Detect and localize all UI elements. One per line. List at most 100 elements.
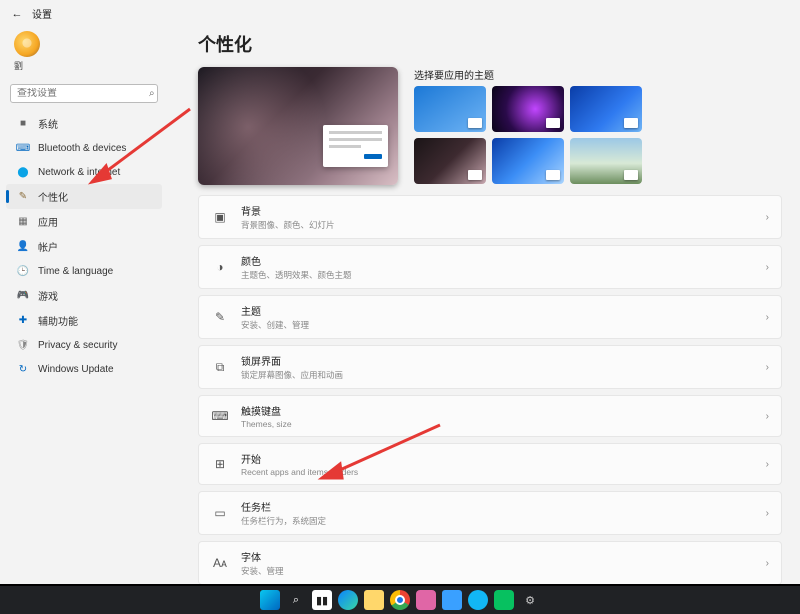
- theme-option-6[interactable]: [570, 138, 642, 184]
- card-subtitle: 安装、管理: [241, 565, 754, 577]
- nav-icon: 🛡: [16, 338, 30, 352]
- settings-card-6[interactable]: ▭ 任务栏任务栏行为，系统固定 ›: [198, 491, 782, 535]
- nav-icon: ⬤: [16, 165, 30, 179]
- search-field[interactable]: [17, 88, 149, 99]
- sidebar-item-10[interactable]: ↻Windows Update: [6, 357, 162, 381]
- sidebar-item-6[interactable]: 🕒 Time & language: [6, 259, 162, 283]
- card-icon: ⧉: [211, 358, 229, 376]
- app-icon-1[interactable]: [416, 590, 436, 610]
- user-block[interactable]: 劉: [6, 27, 162, 80]
- app-icon-2[interactable]: [442, 590, 462, 610]
- page-title: 个性化: [198, 31, 782, 57]
- card-subtitle: 安装、创建、管理: [241, 319, 754, 331]
- chevron-right-icon: ›: [766, 558, 769, 569]
- card-title: 字体: [241, 549, 754, 564]
- taskbar-search-icon[interactable]: ⌕: [286, 590, 306, 610]
- search-input[interactable]: ⌕: [10, 84, 158, 103]
- nav-icon: 🎮: [16, 289, 30, 303]
- sidebar-item-8[interactable]: ✚ 辅助功能: [6, 308, 162, 333]
- nav-label: 游戏: [38, 288, 58, 303]
- theme-option-1[interactable]: [414, 86, 486, 132]
- sidebar-item-0[interactable]: ■系统: [6, 111, 162, 136]
- settings-card-4[interactable]: ⌨ 触摸键盘Themes, size ›: [198, 395, 782, 437]
- nav-label: 个性化: [38, 189, 68, 204]
- sidebar-item-3[interactable]: ✎ 个性化: [6, 184, 162, 209]
- chrome-icon[interactable]: [390, 590, 410, 610]
- theme-option-3[interactable]: [570, 86, 642, 132]
- main: 个性化 选择要应用的主题 ▣背景背景图像、颜色、: [168, 27, 800, 587]
- settings-card-1[interactable]: ◑颜色主题色、透明效果、颜色主题›: [198, 245, 782, 289]
- sidebar-nav: ■系统 ⌨ Bluetooth & devices ⬤ Network & intern…: [6, 111, 162, 381]
- nav-label: Network & internet: [38, 167, 120, 178]
- settings-card-2[interactable]: ✎ 主题安装、创建、管理 ›: [198, 295, 782, 339]
- theme-option-5[interactable]: [492, 138, 564, 184]
- user-name: 劉: [14, 59, 23, 72]
- chevron-right-icon: ›: [766, 362, 769, 373]
- card-icon: ▣: [211, 208, 229, 226]
- theme-option-2[interactable]: [492, 86, 564, 132]
- chevron-right-icon: ›: [766, 212, 769, 223]
- nav-icon: ✚: [16, 314, 30, 328]
- settings-cards: ▣背景背景图像、颜色、幻灯片›◑颜色主题色、透明效果、颜色主题›✎主题安装、创建…: [198, 195, 782, 587]
- settings-card-0[interactable]: ▣背景背景图像、颜色、幻灯片›: [198, 195, 782, 239]
- settings-card-7[interactable]: Aᴀ 字体安装、管理 ›: [198, 541, 782, 585]
- card-subtitle: 任务栏行为，系统固定: [241, 515, 754, 527]
- card-title: 任务栏: [241, 499, 754, 514]
- theme-grid: [414, 86, 782, 184]
- nav-label: Windows Update: [38, 364, 114, 375]
- sidebar-item-7[interactable]: 🎮 游戏: [6, 283, 162, 308]
- card-subtitle: 背景图像、颜色、幻灯片: [241, 219, 754, 231]
- start-button[interactable]: [260, 590, 280, 610]
- avatar: [14, 31, 40, 57]
- card-icon: ▭: [211, 504, 229, 522]
- explorer-icon[interactable]: [364, 590, 384, 610]
- search-icon: ⌕: [149, 88, 155, 99]
- nav-icon: 🕒: [16, 264, 30, 278]
- chevron-right-icon: ›: [766, 508, 769, 519]
- settings-icon[interactable]: ⚙: [520, 590, 540, 610]
- nav-icon: ✎: [16, 190, 30, 204]
- theme-option-4[interactable]: [414, 138, 486, 184]
- nav-icon: 👤: [16, 240, 30, 254]
- settings-card-5[interactable]: ⊞开始Recent apps and items, folders›: [198, 443, 782, 485]
- sidebar-item-9[interactable]: 🛡 Privacy & security: [6, 333, 162, 357]
- nav-label: 应用: [38, 214, 58, 229]
- card-title: 主题: [241, 303, 754, 318]
- sidebar-item-1[interactable]: ⌨ Bluetooth & devices: [6, 136, 162, 160]
- nav-label: 帐户: [38, 239, 58, 254]
- nav-label: Privacy & security: [38, 340, 117, 351]
- chevron-right-icon: ›: [766, 312, 769, 323]
- card-subtitle: 主题色、透明效果、颜色主题: [241, 269, 754, 281]
- card-icon: Aᴀ: [211, 554, 229, 572]
- sidebar-item-5[interactable]: 👤 帐户: [6, 234, 162, 259]
- card-icon: ◑: [211, 258, 229, 276]
- card-title: 颜色: [241, 253, 754, 268]
- sidebar-item-2[interactable]: ⬤ Network & internet: [6, 160, 162, 184]
- card-subtitle: 锁定屏幕图像、应用和动画: [241, 369, 754, 381]
- desktop-preview: [198, 67, 398, 185]
- chevron-right-icon: ›: [766, 411, 769, 422]
- card-subtitle: Themes, size: [241, 419, 754, 429]
- nav-icon: ⌨: [16, 141, 30, 155]
- back-button[interactable]: ←: [10, 8, 24, 20]
- card-icon: ⌨: [211, 407, 229, 425]
- card-title: 触摸键盘: [241, 403, 754, 418]
- qq-icon[interactable]: [468, 590, 488, 610]
- nav-label: Time & language: [38, 266, 113, 277]
- nav-label: Bluetooth & devices: [38, 143, 126, 154]
- card-subtitle: Recent apps and items, folders: [241, 467, 754, 477]
- settings-card-3[interactable]: ⧉ 锁屏界面锁定屏幕图像、应用和动画 ›: [198, 345, 782, 389]
- sidebar-item-4[interactable]: ▦ 应用: [6, 209, 162, 234]
- card-title: 开始: [241, 451, 754, 466]
- card-title: 锁屏界面: [241, 353, 754, 368]
- theme-section-label: 选择要应用的主题: [414, 67, 782, 82]
- wechat-icon[interactable]: [494, 590, 514, 610]
- nav-icon: ▦: [16, 215, 30, 229]
- card-icon: ✎: [211, 308, 229, 326]
- window-title: 设置: [32, 6, 52, 21]
- edge-icon[interactable]: [338, 590, 358, 610]
- card-icon: ⊞: [211, 455, 229, 473]
- nav-label: 辅助功能: [38, 313, 78, 328]
- task-view-icon[interactable]: ▮▮: [312, 590, 332, 610]
- taskbar[interactable]: ⌕ ▮▮ ⚙: [0, 584, 800, 614]
